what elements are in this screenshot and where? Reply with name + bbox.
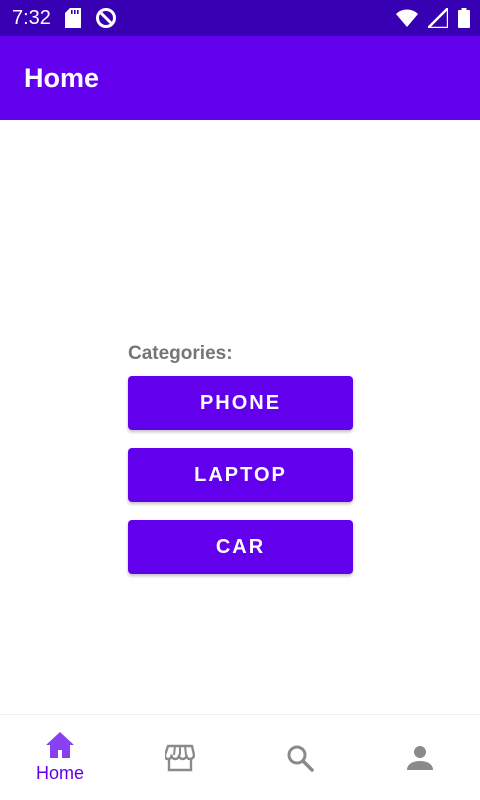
battery-icon	[458, 8, 470, 28]
wifi-icon	[396, 9, 418, 27]
nav-item-profile[interactable]	[360, 715, 480, 800]
data-saver-icon	[95, 7, 117, 29]
nav-item-home[interactable]: Home	[0, 715, 120, 800]
sd-card-icon	[64, 8, 81, 28]
laptop-button[interactable]: LAPTOP	[128, 448, 353, 502]
status-time: 7:32	[12, 6, 51, 29]
nav-item-store[interactable]	[120, 715, 240, 800]
nav-label-home: Home	[35, 763, 84, 783]
car-button[interactable]: CAR	[128, 520, 353, 574]
bottom-navigation: Home	[0, 714, 480, 800]
categories-label: Categories:	[128, 343, 233, 364]
signal-icon	[428, 8, 448, 28]
status-left: 7:32	[12, 7, 117, 30]
person-icon	[406, 744, 434, 772]
page-title: Home	[24, 62, 100, 93]
nav-item-search[interactable]	[240, 715, 360, 800]
app-bar: Home	[0, 36, 480, 120]
categories-panel: Categories: PHONE LAPTOP CAR	[128, 340, 353, 574]
status-bar: 7:32	[0, 0, 480, 36]
home-icon	[45, 731, 75, 759]
search-icon	[285, 743, 315, 773]
store-icon	[165, 744, 195, 772]
status-right	[396, 8, 470, 28]
phone-button[interactable]: PHONE	[128, 376, 353, 430]
